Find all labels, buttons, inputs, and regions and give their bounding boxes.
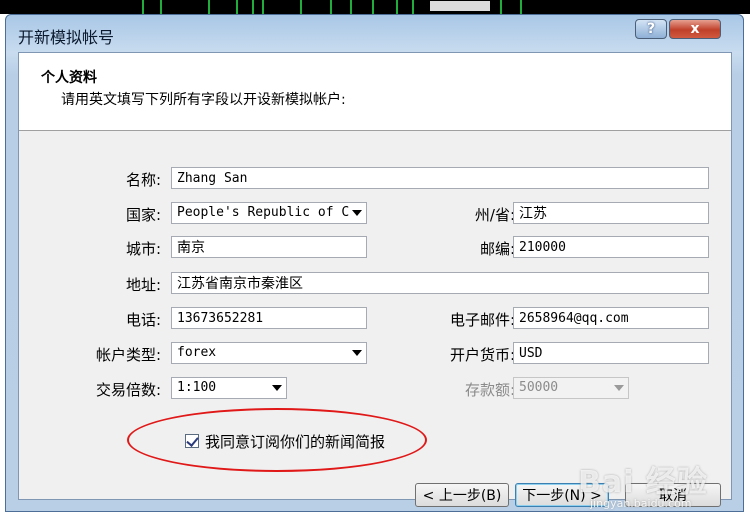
chevron-down-icon bbox=[272, 385, 282, 391]
phone-input[interactable] bbox=[171, 307, 367, 329]
help-icon: ? bbox=[646, 21, 656, 37]
chevron-down-icon bbox=[352, 210, 362, 216]
header-title: 个人资料 bbox=[41, 70, 97, 86]
window-title: 开新模拟帐号 bbox=[18, 28, 115, 47]
wizard-header: 个人资料 请用英文填写下列所有字段以开设新模拟帐户: bbox=[19, 53, 731, 131]
address-label: 地址: bbox=[125, 276, 161, 294]
close-button[interactable]: x bbox=[669, 19, 721, 39]
back-button[interactable]: < 上一步(B) bbox=[415, 483, 509, 507]
watermark-url: jingyan.baidu.com bbox=[590, 497, 692, 510]
newsletter-label: 我同意订阅你们的新闻简报 bbox=[205, 432, 386, 451]
name-input[interactable] bbox=[171, 167, 709, 189]
chevron-down-icon bbox=[352, 350, 362, 356]
dialog-client-area: 个人资料 请用英文填写下列所有字段以开设新模拟帐户: 名称: 国家: Peopl… bbox=[18, 52, 732, 507]
newsletter-checkbox[interactable] bbox=[185, 434, 199, 448]
help-button[interactable]: ? bbox=[635, 19, 667, 39]
email-input[interactable] bbox=[513, 307, 709, 329]
deposit-select: 50000 bbox=[513, 377, 629, 399]
name-label: 名称: bbox=[125, 171, 161, 189]
state-input[interactable] bbox=[513, 202, 709, 224]
currency-input[interactable] bbox=[513, 342, 709, 364]
zip-input[interactable] bbox=[513, 236, 709, 258]
zip-label: 邮编: bbox=[479, 240, 515, 258]
deposit-value: 50000 bbox=[519, 380, 559, 395]
leverage-select[interactable]: 1:100 bbox=[171, 377, 287, 399]
account-type-label: 帐户类型: bbox=[95, 346, 161, 364]
leverage-label: 交易倍数: bbox=[95, 381, 161, 399]
watermark-logo: Bai 经验 bbox=[578, 465, 708, 500]
bottom-background bbox=[0, 513, 750, 527]
dialog-window: 开新模拟帐号 ? x 个人资料 请用英文填写下列所有字段以开设新模拟帐户: 名称… bbox=[5, 14, 744, 512]
city-input[interactable] bbox=[171, 236, 367, 258]
deposit-label: 存款额: bbox=[464, 381, 515, 399]
state-label: 州/省: bbox=[474, 206, 515, 224]
header-subtitle: 请用英文填写下列所有字段以开设新模拟帐户: bbox=[61, 92, 346, 108]
currency-label: 开户货币: bbox=[449, 346, 515, 364]
account-type-select[interactable]: forex bbox=[171, 342, 367, 364]
title-bar[interactable]: 开新模拟帐号 ? x bbox=[6, 15, 743, 51]
country-value: People's Republic of C bbox=[177, 205, 350, 220]
address-input[interactable] bbox=[171, 272, 709, 294]
city-label: 城市: bbox=[125, 240, 161, 258]
chevron-down-icon bbox=[614, 385, 624, 391]
close-icon: x bbox=[690, 21, 700, 37]
phone-label: 电话: bbox=[125, 311, 161, 329]
leverage-value: 1:100 bbox=[177, 380, 217, 395]
country-label: 国家: bbox=[125, 206, 161, 224]
email-label: 电子邮件: bbox=[449, 311, 515, 329]
newsletter-checkbox-row[interactable]: 我同意订阅你们的新闻简报 bbox=[185, 431, 385, 451]
checkmark-icon bbox=[186, 434, 199, 447]
background-chart-strip bbox=[0, 0, 750, 14]
country-select[interactable]: People's Republic of C bbox=[171, 202, 367, 224]
account-type-value: forex bbox=[177, 345, 217, 360]
